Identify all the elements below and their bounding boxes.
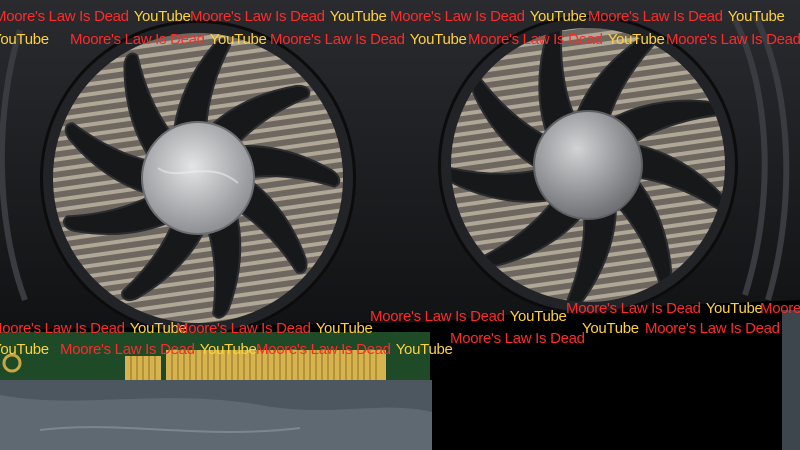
bag-corner	[782, 310, 800, 450]
black-overlay	[432, 340, 800, 450]
left-fan	[40, 20, 356, 336]
right-fan-hub	[533, 110, 643, 220]
right-fan	[438, 15, 738, 315]
photo-stage: Moore's Law Is Dead YouTube Moore's Law I…	[0, 0, 800, 450]
left-fan-hub	[141, 121, 255, 235]
graphics-card-photo	[0, 0, 800, 450]
